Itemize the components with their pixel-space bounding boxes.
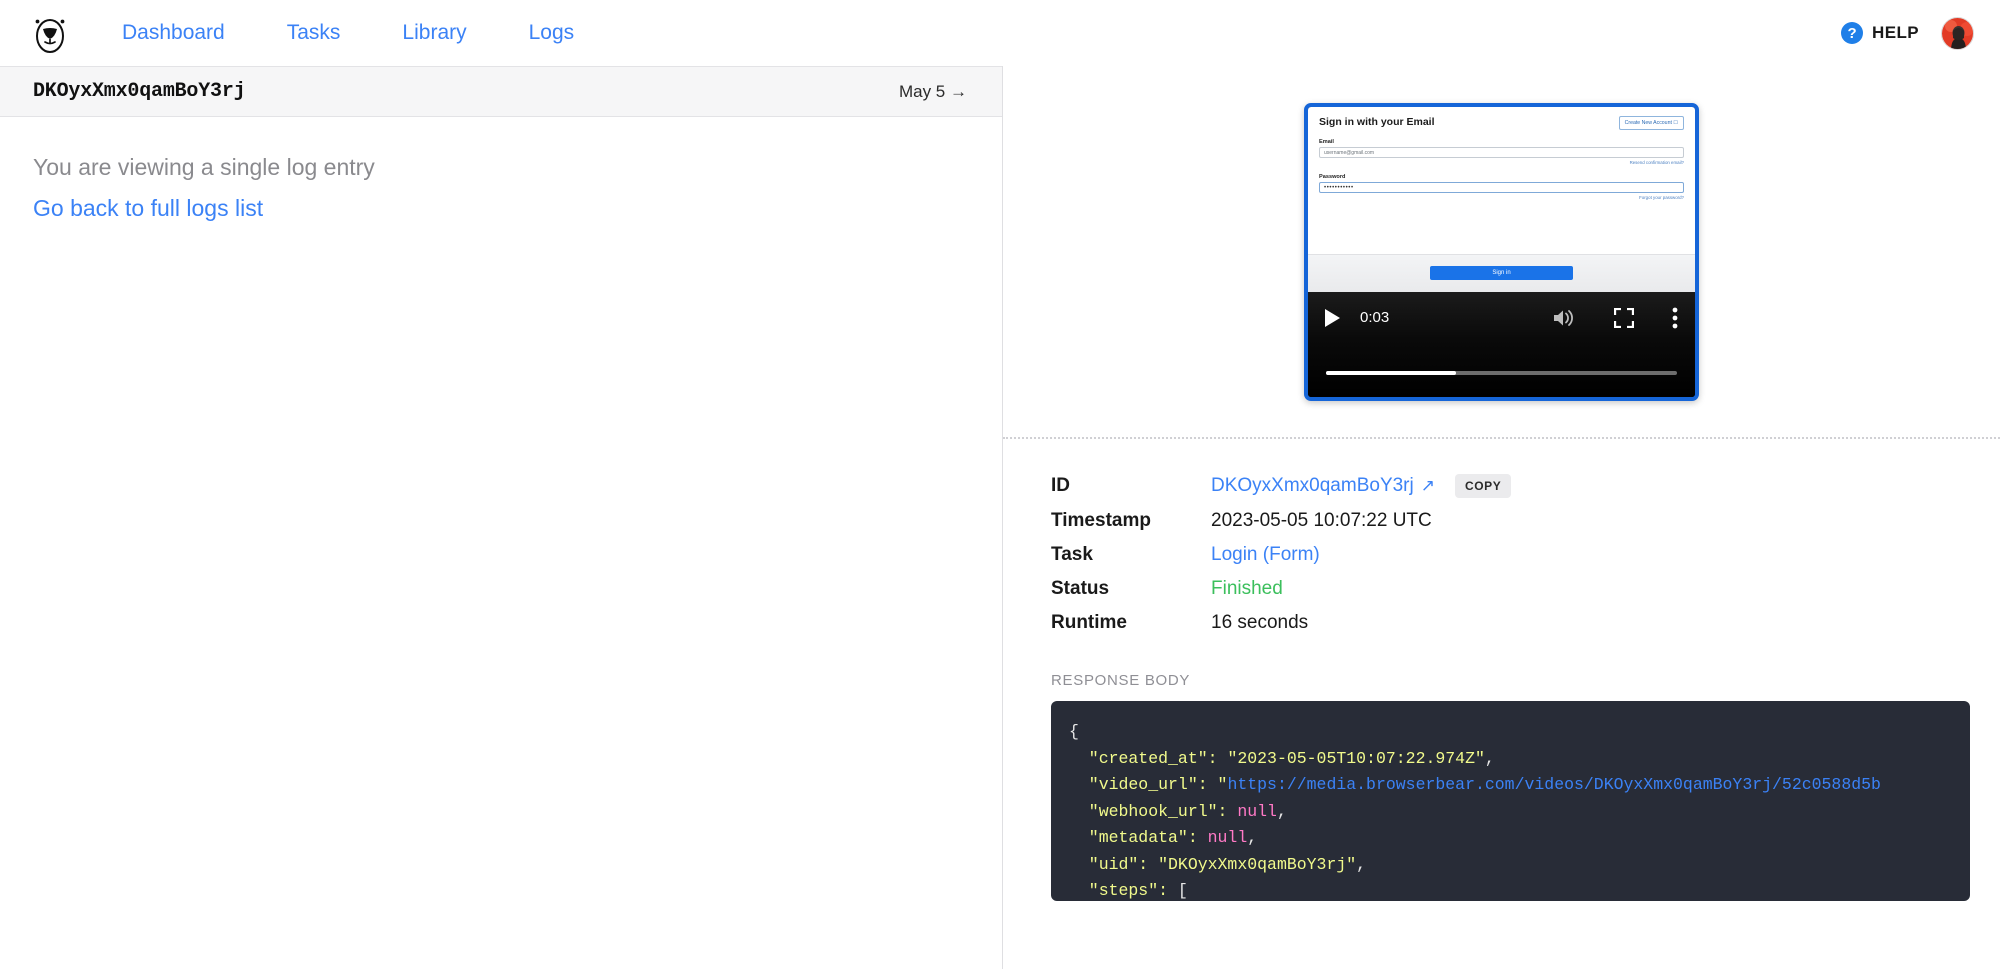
bear-egg-logo-icon[interactable] — [28, 11, 72, 55]
video-frame-content: Sign in with your Email Create New Accou… — [1308, 107, 1695, 292]
top-navigation-bar: Dashboard Tasks Library Logs ? HELP — [0, 0, 2000, 66]
nav-link-logs[interactable]: Logs — [519, 15, 585, 51]
password-masked-value: ••••••••••• — [1324, 185, 1354, 191]
status-badge: Finished — [1211, 578, 1283, 600]
response-body-json: { "created_at": "2023-05-05T10:07:22.974… — [1051, 719, 1970, 901]
password-field: ••••••••••• — [1319, 182, 1684, 193]
play-icon[interactable] — [1325, 309, 1340, 327]
log-detail-header: DKOyxXmx0qamBoY3rj May 5 → — [0, 66, 1002, 117]
create-new-account-button: Create New Account ☐ — [1619, 116, 1684, 130]
detail-label-runtime: Runtime — [1051, 612, 1211, 634]
detail-id-text: DKOyxXmx0qamBoY3rj — [1211, 475, 1414, 497]
video-frame-header: Sign in with your Email Create New Accou… — [1308, 107, 1695, 130]
nav-right-group: ? HELP — [1837, 17, 1974, 50]
json-line: "created_at": "2023-05-05T10:07:22.974Z"… — [1069, 746, 1952, 773]
json-line: { — [1069, 719, 1952, 746]
video-preview-zone: Sign in with your Email Create New Accou… — [1003, 66, 2000, 439]
response-body-code-block[interactable]: { "created_at": "2023-05-05T10:07:22.974… — [1051, 701, 1970, 901]
detail-label-timestamp: Timestamp — [1051, 510, 1211, 532]
detail-value-runtime: 16 seconds — [1211, 612, 1308, 634]
detail-value-id[interactable]: DKOyxXmx0qamBoY3rj ↗ — [1211, 475, 1435, 497]
detail-row-timestamp: Timestamp 2023-05-05 10:07:22 UTC — [1003, 510, 2000, 532]
help-button[interactable]: ? HELP — [1837, 20, 1923, 46]
go-back-to-logs-link[interactable]: Go back to full logs list — [33, 195, 263, 222]
more-vertical-icon[interactable] — [1672, 307, 1678, 329]
primary-nav: Dashboard Tasks Library Logs — [112, 15, 584, 51]
left-pane: DKOyxXmx0qamBoY3rj May 5 → You are viewi… — [0, 66, 1003, 969]
video-controls-bar: 0:03 — [1308, 292, 1695, 397]
viewing-note: You are viewing a single log entry — [33, 154, 969, 181]
email-label: Email — [1319, 139, 1684, 145]
question-circle-icon: ? — [1841, 22, 1863, 44]
left-body: You are viewing a single log entry Go ba… — [0, 117, 1002, 222]
video-controls-row: 0:03 — [1308, 292, 1695, 344]
date-nav-link[interactable]: May 5 → — [899, 82, 967, 102]
sign-in-button: Sign in — [1430, 266, 1573, 280]
help-label: HELP — [1872, 23, 1919, 43]
video-progress-fill — [1326, 371, 1456, 375]
password-label: Password — [1319, 174, 1684, 180]
json-line: "steps": [ — [1069, 878, 1952, 901]
forgot-password-link: Forgot your password? — [1319, 195, 1684, 200]
json-line: "video_url": "https://media.browserbear.… — [1069, 772, 1952, 799]
email-field: username@gmail.com — [1319, 147, 1684, 158]
copy-button[interactable]: COPY — [1455, 474, 1511, 498]
page-title: DKOyxXmx0qamBoY3rj — [33, 80, 245, 103]
volume-icon[interactable] — [1552, 307, 1576, 329]
right-pane: Sign in with your Email Create New Accou… — [1003, 66, 2000, 969]
response-body-label: RESPONSE BODY — [1051, 672, 2000, 689]
log-details-list: ID DKOyxXmx0qamBoY3rj ↗ COPY Timestamp 2… — [1003, 439, 2000, 634]
detail-value-task[interactable]: Login (Form) — [1211, 544, 1320, 566]
video-player[interactable]: Sign in with your Email Create New Accou… — [1304, 103, 1699, 401]
detail-row-runtime: Runtime 16 seconds — [1003, 612, 2000, 634]
detail-row-task: Task Login (Form) — [1003, 544, 2000, 566]
video-progress-bar[interactable] — [1326, 371, 1677, 375]
resend-confirmation-link: Resend confirmation email? — [1319, 160, 1684, 165]
sign-in-heading: Sign in with your Email — [1319, 116, 1435, 128]
detail-label-status: Status — [1051, 578, 1211, 600]
nav-link-tasks[interactable]: Tasks — [277, 15, 351, 51]
detail-row-id: ID DKOyxXmx0qamBoY3rj ↗ COPY — [1003, 474, 2000, 498]
video-time-label: 0:03 — [1360, 309, 1389, 326]
user-avatar[interactable] — [1941, 17, 1974, 50]
detail-value-timestamp: 2023-05-05 10:07:22 UTC — [1211, 510, 1432, 532]
json-line: "webhook_url": null, — [1069, 799, 1952, 826]
detail-label-id: ID — [1051, 475, 1211, 497]
content-split: DKOyxXmx0qamBoY3rj May 5 → You are viewi… — [0, 66, 2000, 969]
detail-label-task: Task — [1051, 544, 1211, 566]
nav-link-dashboard[interactable]: Dashboard — [112, 15, 235, 51]
detail-row-status: Status Finished — [1003, 578, 2000, 600]
fullscreen-icon[interactable] — [1614, 308, 1634, 328]
json-line: "uid": "DKOyxXmx0qamBoY3rj", — [1069, 852, 1952, 879]
nav-link-library[interactable]: Library — [392, 15, 476, 51]
json-line: "metadata": null, — [1069, 825, 1952, 852]
video-frame-footer: Sign in — [1308, 254, 1695, 292]
external-link-icon: ↗ — [1421, 476, 1435, 496]
